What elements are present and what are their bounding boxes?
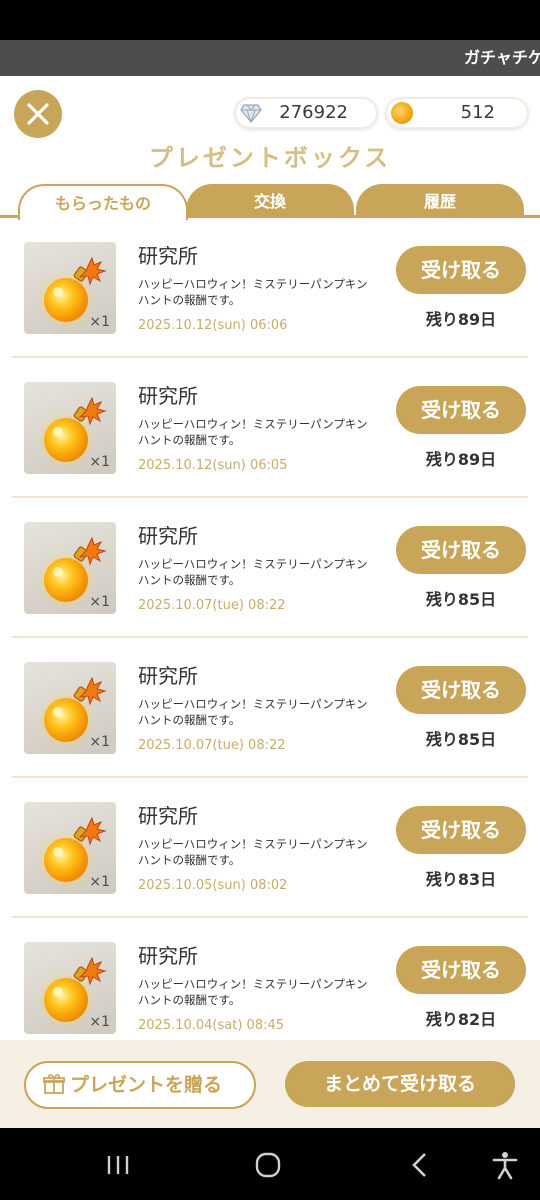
tab-received[interactable]: もらったもの [18, 184, 188, 220]
item-description: ハッピーハロウィン！ミステリーパンプキンハントの報酬です。 [138, 977, 368, 1007]
receive-button[interactable]: 受け取る [396, 246, 526, 294]
present-list-item: ×1 研究所ハッピーハロウィン！ミステリーパンプキンハントの報酬です。 2025.1… [12, 918, 528, 1040]
item-sender: 研究所 [138, 804, 198, 828]
item-date: 2025.10.12(sun) 06:05 [138, 458, 288, 473]
present-list[interactable]: ×1 研究所 ハッピーハロウィン！ミステリーパンプキンハントの報酬です。 2025.1… [0, 218, 540, 1040]
receive-button[interactable]: 受け取る [396, 806, 526, 854]
send-present-button[interactable]: プレゼントを贈る [24, 1061, 256, 1109]
item-date: 2025.10.07(tue) 08:22 [138, 598, 286, 613]
item-sender: 研究所 [138, 524, 198, 548]
tab-history[interactable]: 履歴 [356, 184, 524, 218]
coin-icon [391, 102, 413, 124]
reward-thumbnail: ×1 [24, 242, 116, 334]
present-list-item: ×1 研究所ハッピーハロウィン！ミステリーパンプキンハントの報酬です。 2025.1… [12, 218, 528, 358]
reward-quantity: ×1 [89, 874, 110, 890]
close-button[interactable] [14, 90, 62, 138]
reward-thumbnail: ×1 [24, 382, 116, 474]
diamond-count: 276922 [279, 102, 348, 123]
item-date: 2025.10.07(tue) 08:22 [138, 738, 286, 753]
reward-quantity: ×1 [89, 734, 110, 750]
item-description: ハッピーハロウィン！ミステリーパンプキンハントの報酬です。 [138, 557, 368, 587]
present-list-item: ×1 研究所ハッピーハロウィン！ミステリーパンプキンハントの報酬です。 2025.1… [12, 498, 528, 638]
reward-thumbnail: ×1 [24, 522, 116, 614]
item-sender: 研究所 [138, 944, 198, 968]
news-ticker: ガチャチケ [0, 40, 540, 76]
home-icon[interactable] [253, 1150, 283, 1180]
reward-quantity: ×1 [89, 454, 110, 470]
remaining-days: 残り83日 [425, 870, 497, 889]
remaining-days: 残り89日 [425, 310, 497, 329]
item-description: ハッピーハロウィン！ミステリーパンプキンハントの報酬です。 [138, 277, 368, 307]
item-description: ハッピーハロウィン！ミステリーパンプキンハントの報酬です。 [138, 697, 368, 727]
receive-button[interactable]: 受け取る [396, 386, 526, 434]
item-sender: 研究所 [138, 244, 198, 268]
receive-button[interactable]: 受け取る [396, 526, 526, 574]
item-date: 2025.10.04(sat) 08:45 [138, 1018, 285, 1033]
ticker-text: ガチャチケ [464, 48, 540, 67]
accessibility-icon[interactable] [490, 1150, 520, 1180]
remaining-days: 残り85日 [425, 730, 497, 749]
remaining-days: 残り89日 [425, 450, 497, 469]
receive-all-button[interactable]: まとめて受け取る [285, 1061, 515, 1107]
page-title: プレゼントボックス [148, 144, 392, 172]
item-date: 2025.10.05(sun) 08:02 [138, 878, 288, 893]
send-present-label: プレゼントを贈る [70, 1074, 223, 1096]
diamond-balance: 276922 [234, 97, 378, 129]
reward-quantity: ×1 [89, 594, 110, 610]
tab-exchange[interactable]: 交換 [186, 184, 354, 218]
item-description: ハッピーハロウィン！ミステリーパンプキンハントの報酬です。 [138, 417, 368, 447]
status-bar [0, 0, 540, 40]
system-nav-bar [0, 1128, 540, 1200]
coin-balance: 512 [385, 97, 529, 129]
remaining-days: 残り82日 [425, 1010, 497, 1029]
diamond-icon [240, 104, 262, 123]
gift-icon [43, 1074, 65, 1094]
footer-bar: プレゼントを贈る まとめて受け取る [0, 1040, 540, 1128]
recent-apps-icon[interactable] [103, 1150, 133, 1180]
present-list-item: ×1 研究所ハッピーハロウィン！ミステリーパンプキンハントの報酬です。 2025.1… [12, 358, 528, 498]
item-description: ハッピーハロウィン！ミステリーパンプキンハントの報酬です。 [138, 837, 368, 867]
back-icon[interactable] [405, 1150, 435, 1180]
item-sender: 研究所 [138, 384, 198, 408]
receive-button[interactable]: 受け取る [396, 946, 526, 994]
reward-quantity: ×1 [89, 314, 110, 330]
item-date: 2025.10.12(sun) 06:06 [138, 318, 288, 333]
receive-button[interactable]: 受け取る [396, 666, 526, 714]
present-list-item: ×1 研究所ハッピーハロウィン！ミステリーパンプキンハントの報酬です。 2025.1… [12, 778, 528, 918]
reward-quantity: ×1 [89, 1014, 110, 1030]
item-sender: 研究所 [138, 664, 198, 688]
remaining-days: 残り85日 [425, 590, 497, 609]
reward-thumbnail: ×1 [24, 802, 116, 894]
reward-thumbnail: ×1 [24, 942, 116, 1034]
reward-thumbnail: ×1 [24, 662, 116, 754]
close-icon [27, 103, 49, 125]
present-list-item: ×1 研究所ハッピーハロウィン！ミステリーパンプキンハントの報酬です。 2025.1… [12, 638, 528, 778]
coin-count: 512 [460, 102, 495, 123]
